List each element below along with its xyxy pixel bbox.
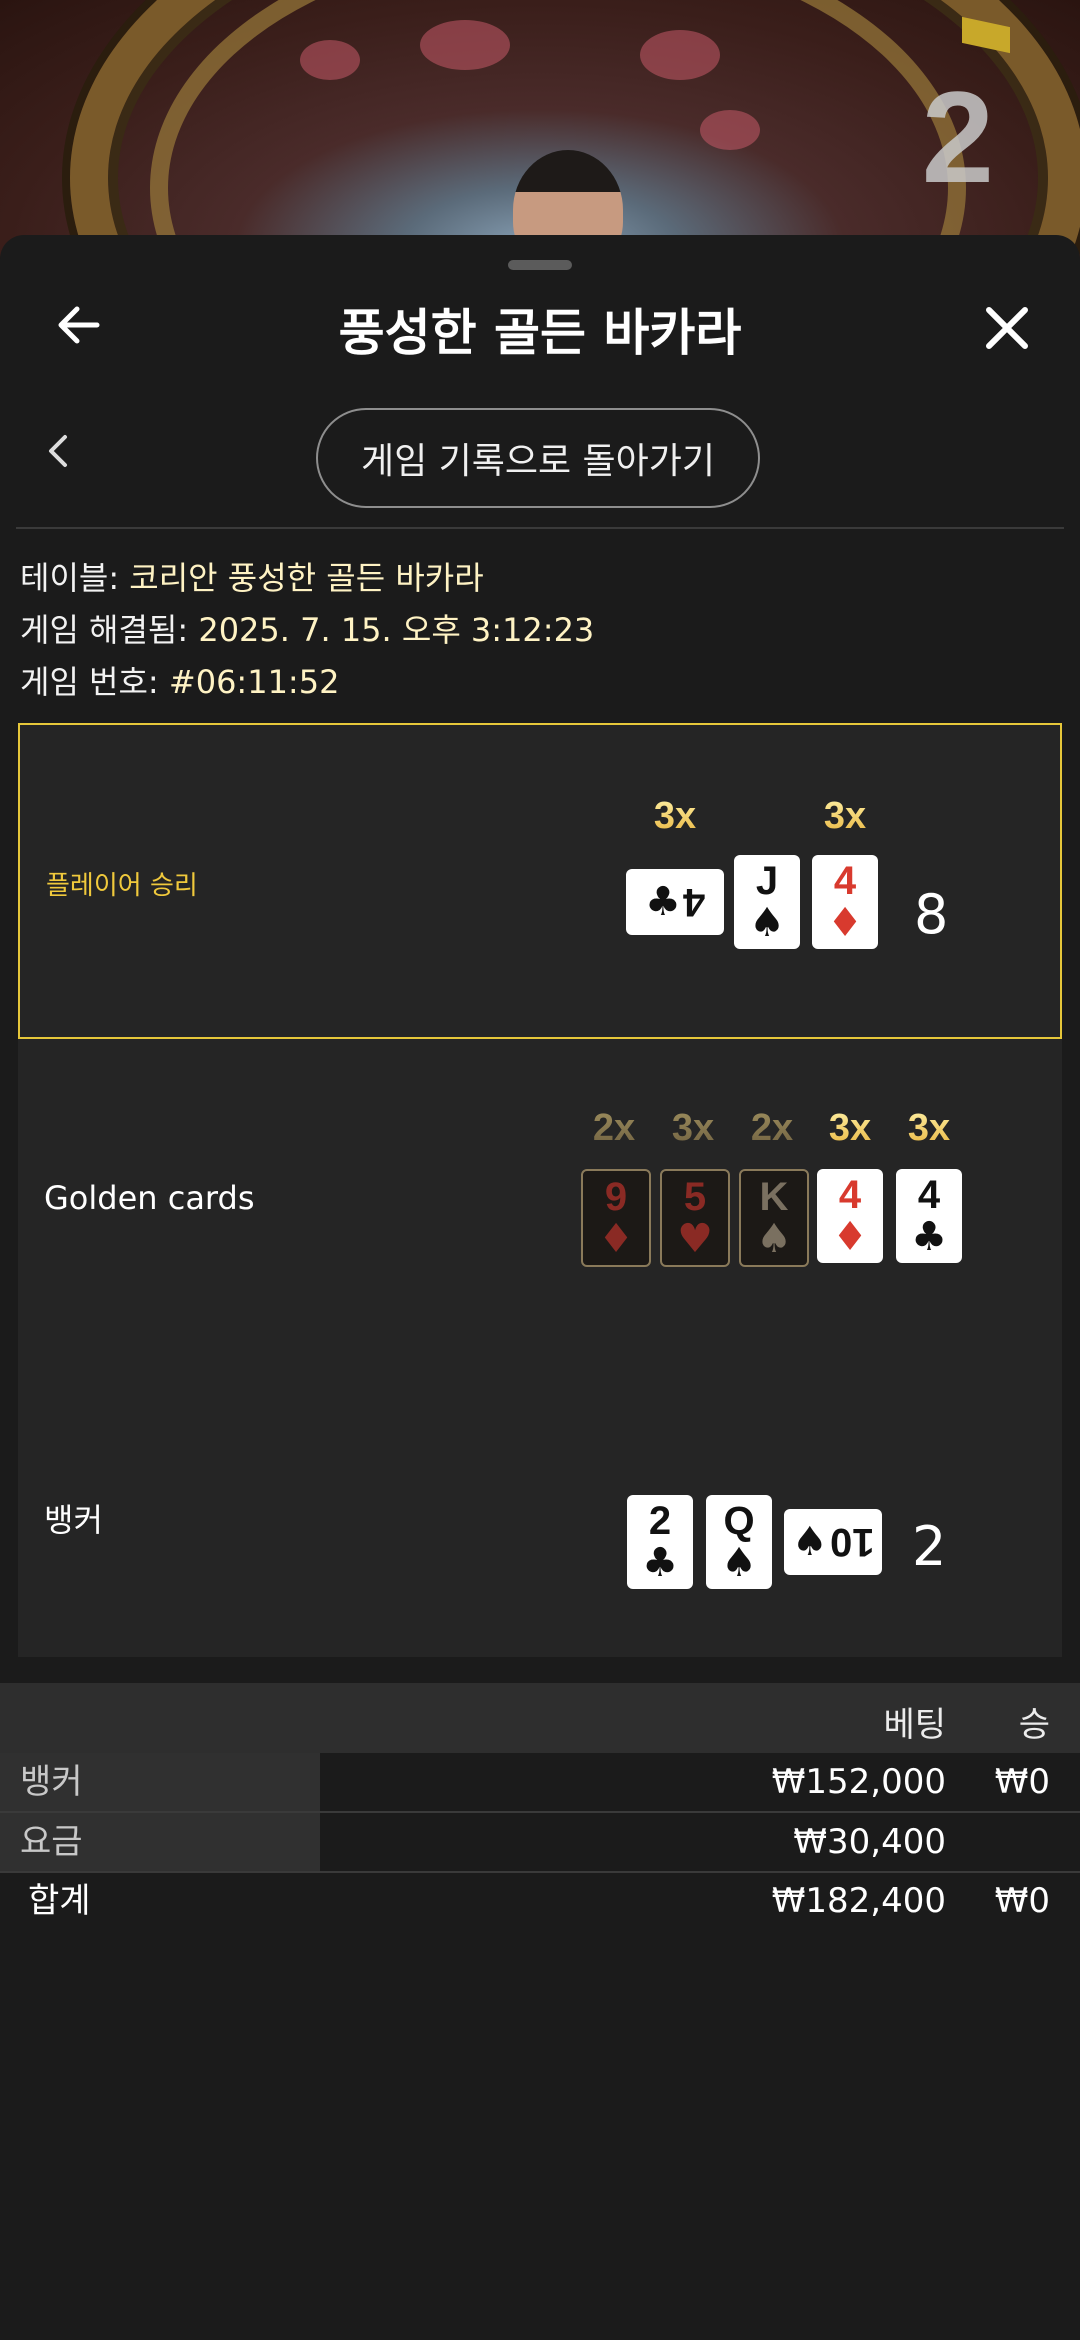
game-number-info: 게임 번호: #06:11:52: [20, 657, 339, 703]
chevron-left-icon: [49, 435, 67, 467]
golden-cards-label: Golden cards: [44, 1179, 255, 1217]
player-score: 8: [914, 883, 949, 946]
game-number-label: 게임 번호:: [20, 663, 159, 701]
bet-row-label: 요금: [0, 1813, 320, 1871]
playing-card: Q ♠: [706, 1495, 772, 1589]
game-number-value: #06:11:52: [168, 663, 340, 701]
card-suit-icon: ♣: [642, 1540, 678, 1586]
divider: [16, 527, 1064, 529]
card-rank: 10: [829, 1520, 875, 1564]
card-rank: 4: [917, 1173, 941, 1217]
game-detail-sheet: 풍성한 골든 바카라 게임 기록으로 돌아가기 테이블: 코리안 풍성한 골든 …: [0, 235, 1080, 2340]
multiplier-badge: 3x: [810, 795, 880, 838]
bet-row-win: ₩0: [994, 1762, 1050, 1802]
back-to-history-button[interactable]: 게임 기록으로 돌아가기: [316, 408, 760, 508]
player-win-label: 플레이어 승리: [46, 871, 198, 901]
playing-card: ♠ 10: [784, 1509, 882, 1575]
table-info: 테이블: 코리안 풍성한 골든 바카라: [20, 553, 484, 599]
player-outcome-row: 플레이어 승리 ♣ 4 3x J ♠ 4 ♦ 3x 8: [18, 723, 1062, 1039]
card-rank: 2: [648, 1499, 672, 1543]
bet-column-header: 베팅: [883, 1705, 946, 1745]
multiplier-badge: 3x: [658, 1107, 728, 1150]
bets-total-row: 합계 ₩182,400 ₩0: [0, 1872, 1080, 1930]
playing-card: 4 ♣: [896, 1169, 962, 1263]
close-icon: [986, 307, 1028, 349]
bets-table-row: 요금 ₩30,400: [0, 1813, 1080, 1873]
win-column-header: 승: [1018, 1705, 1050, 1745]
playing-card: 2 ♣: [627, 1495, 693, 1589]
resolved-label: 게임 해결됨:: [20, 611, 189, 649]
card-rank: Q: [723, 1499, 755, 1543]
bet-row-label: 뱅커: [0, 1753, 320, 1811]
playing-card: 4 ♦: [817, 1169, 883, 1263]
blossom-decoration: [420, 20, 510, 70]
multiplier-badge: 3x: [815, 1107, 885, 1150]
playing-card: 5 ♥: [660, 1169, 730, 1267]
table-number: 2: [921, 64, 994, 210]
sheet-title: 풍성한 골든 바카라: [338, 304, 742, 362]
resolved-value: 2025. 7. 15. 오후 3:12:23: [198, 611, 595, 649]
multiplier-badge: 3x: [894, 1107, 964, 1150]
card-suit-icon: ♦: [832, 1214, 868, 1260]
bet-row-amount: ₩152,000: [771, 1762, 946, 1802]
card-suit-icon: ♣: [644, 879, 681, 925]
banker-score: 2: [912, 1515, 947, 1578]
total-bet: ₩182,400: [771, 1881, 946, 1921]
card-rank: 4: [833, 859, 857, 903]
card-rank: 4: [682, 880, 706, 924]
card-suit-icon: ♣: [911, 1214, 947, 1260]
card-suit-icon: ♠: [749, 900, 785, 946]
prev-chevron-button[interactable]: [40, 433, 76, 469]
blossom-decoration: [700, 110, 760, 150]
banker-outcome-row: 뱅커 2 ♣ Q ♠ ♠ 10 2: [18, 1355, 1062, 1657]
card-suit-icon: ♦: [598, 1216, 634, 1262]
golden-cards-row: Golden cards 9 ♦ 2x 5 ♥ 3x K ♠ 2x 4 ♦ 3x 4 ♣ 3x: [18, 1039, 1062, 1355]
banker-label: 뱅커: [44, 1501, 103, 1539]
multiplier-badge: 3x: [640, 795, 710, 838]
playing-card: 4 ♦: [812, 855, 878, 949]
multiplier-badge: 2x: [737, 1107, 807, 1150]
close-button[interactable]: [972, 293, 1042, 363]
card-suit-icon: ♠: [756, 1216, 792, 1262]
bets-table-row: 뱅커 ₩152,000 ₩0: [0, 1753, 1080, 1813]
card-rank: 5: [683, 1175, 707, 1219]
card-suit-icon: ♦: [827, 900, 863, 946]
resolved-info: 게임 해결됨: 2025. 7. 15. 오후 3:12:23: [20, 605, 594, 651]
table-value: 코리안 풍성한 골든 바카라: [129, 559, 484, 597]
card-suit-icon: ♥: [677, 1216, 713, 1262]
card-suit-icon: ♠: [721, 1540, 757, 1586]
total-win: ₩0: [994, 1881, 1050, 1921]
bets-table-header: 베팅 승: [0, 1683, 1080, 1753]
card-rank: K: [759, 1175, 789, 1219]
blossom-decoration: [300, 40, 360, 80]
blossom-decoration: [640, 30, 720, 80]
bet-row-amount: ₩30,400: [793, 1822, 946, 1862]
card-suit-icon: ♠: [791, 1519, 828, 1565]
playing-card: ♣ 4: [626, 869, 724, 935]
total-label: 합계: [28, 1881, 91, 1921]
card-rank: 4: [838, 1173, 862, 1217]
playing-card: K ♠: [739, 1169, 809, 1267]
playing-card: 9 ♦: [581, 1169, 651, 1267]
card-rank: J: [755, 859, 779, 903]
drag-handle[interactable]: [508, 260, 572, 270]
playing-card: J ♠: [734, 855, 800, 949]
card-rank: 9: [604, 1175, 628, 1219]
table-label: 테이블:: [20, 559, 120, 597]
multiplier-badge: 2x: [579, 1107, 649, 1150]
